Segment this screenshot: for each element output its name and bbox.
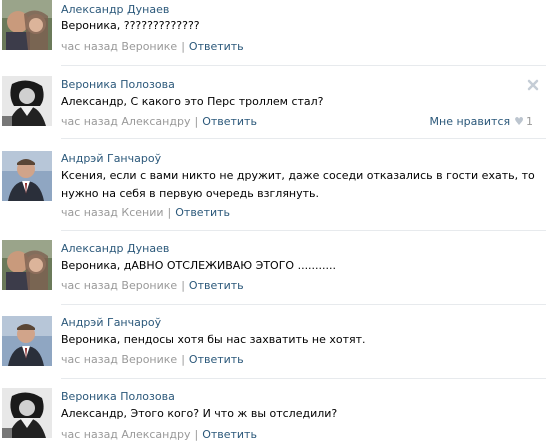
divider [61,304,546,305]
comment-meta: час назад Ксении | Ответить [61,206,230,219]
comment-text: Александр, Этого кого? И что ж вы отслед… [61,407,338,420]
comment-time[interactable]: час назад Веронике [61,279,177,292]
like-button[interactable]: Мне нравится ♥ 1 [430,115,533,128]
reply-link[interactable]: Ответить [189,353,244,366]
reply-link[interactable]: Ответить [202,115,257,128]
avatar[interactable] [2,316,52,366]
comment-item: Вероника Полозова Александр, С какого эт… [0,74,545,136]
comment-author[interactable]: Вероника Полозова [61,78,175,91]
comment-meta: час назад Веронике | Ответить [61,279,244,292]
divider [61,378,546,379]
comment-text: Вероника, пендосы хотя бы нас захватить … [61,333,366,346]
reply-link[interactable]: Ответить [189,40,244,53]
separator: | [181,40,185,53]
separator: | [181,279,185,292]
comment-item: Вероника Полозова Александр, Этого кого?… [0,386,545,446]
comment-text: Александр, С какого это Перс троллем ста… [61,95,324,108]
reply-link[interactable]: Ответить [202,428,257,441]
close-icon[interactable] [527,79,539,91]
separator: | [181,353,185,366]
comment-item: Андрэй Ганчароў Вероника, пендосы хотя б… [0,312,545,374]
heart-icon: ♥ [514,115,524,128]
divider [61,138,546,139]
comment-author[interactable]: Андрэй Ганчароў [61,316,161,329]
divider [61,65,546,66]
comment-meta: час назад Александру | Ответить [61,115,257,128]
avatar[interactable] [2,388,52,438]
comment-author[interactable]: Александр Дунаев [61,242,169,255]
divider [61,230,546,231]
comment-text: Вероника, ????????????? [61,19,200,32]
comment-author[interactable]: Александр Дунаев [61,3,169,16]
comment-author[interactable]: Андрэй Ганчароў [61,152,161,165]
separator: | [167,206,172,219]
reply-link[interactable]: Ответить [189,279,244,292]
comment-time[interactable]: час назад Веронике [61,353,177,366]
comment-time[interactable]: час назад Веронике [61,40,177,53]
comment-time[interactable]: час назад Ксении [61,206,164,219]
avatar[interactable] [2,151,52,201]
separator: | [194,115,199,128]
reply-link[interactable]: Ответить [175,206,230,219]
comment-item: Александр Дунаев Вероника, ?????????????… [0,0,545,62]
comment-time[interactable]: час назад Александру [61,428,190,441]
avatar[interactable] [2,240,52,290]
comment-author[interactable]: Вероника Полозова [61,390,175,403]
comment-meta: час назад Александру | Ответить [61,428,257,441]
comment-time[interactable]: час назад Александру [61,115,190,128]
comment-item: Андрэй Ганчароў Ксения, если с вами никт… [0,148,545,228]
like-count: 1 [526,115,533,128]
comment-item: Александр Дунаев Вероника, дАВНО ОТСЛЕЖИ… [0,238,545,300]
avatar[interactable] [2,0,52,50]
comment-meta: час назад Веронике | Ответить [61,40,244,53]
comment-meta: час назад Веронике | Ответить [61,353,244,366]
avatar[interactable] [2,76,52,126]
separator: | [194,428,199,441]
comment-text: Вероника, дАВНО ОТСЛЕЖИВАЮ ЭТОГО .......… [61,259,337,272]
like-label: Мне нравится [429,115,511,128]
comment-text: Ксения, если с вами никто не дружит, даж… [61,169,535,200]
